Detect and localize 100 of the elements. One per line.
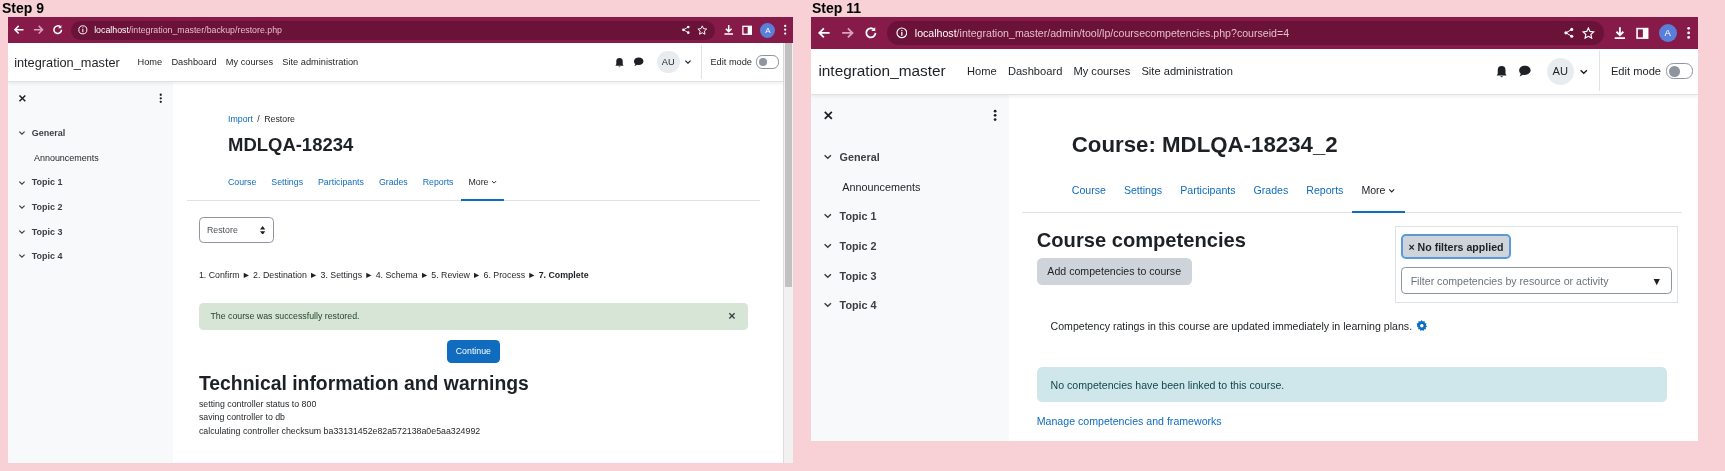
edit-mode-toggle[interactable] xyxy=(1666,63,1693,80)
nav-link[interactable]: My courses xyxy=(1067,65,1136,78)
sidebar-section[interactable]: Topic 3 xyxy=(17,219,163,245)
nav-link[interactable]: Home xyxy=(961,65,1003,78)
gear-icon[interactable] xyxy=(1415,320,1428,332)
side-panel-icon[interactable] xyxy=(1636,26,1650,40)
url-text: localhost/integration_master/backup/restore.php xyxy=(94,25,283,36)
download-icon[interactable] xyxy=(722,24,735,36)
share-icon[interactable] xyxy=(681,25,691,36)
nav-link[interactable]: Dashboard xyxy=(166,57,222,68)
sidebar-section[interactable]: Topic 3 xyxy=(822,260,998,291)
bell-icon[interactable] xyxy=(613,56,625,68)
share-icon[interactable] xyxy=(1563,27,1575,39)
chevron-down-icon[interactable] xyxy=(17,129,26,138)
log-line: calculating controller checksum ba33131452e82a572138a0e5aa324992 xyxy=(198,424,482,438)
nav-link[interactable]: Site administration xyxy=(1135,65,1239,78)
chevron-down-icon[interactable] xyxy=(17,227,26,236)
chevron-down-icon[interactable] xyxy=(822,152,833,162)
continue-button[interactable]: Continue xyxy=(446,339,500,363)
nav-link[interactable]: My courses xyxy=(221,57,278,68)
back-arrow-icon[interactable] xyxy=(13,24,25,36)
breadcrumb-current: Restore xyxy=(264,112,295,126)
breadcrumb-link[interactable]: Import xyxy=(228,112,253,126)
nav-tab[interactable]: Course xyxy=(220,164,264,202)
sidebar-section[interactable]: Topic 4 xyxy=(822,290,998,321)
edit-mode-toggle[interactable] xyxy=(756,55,779,69)
nav-link[interactable]: Site administration xyxy=(277,57,363,68)
chevron-down-icon[interactable] xyxy=(683,58,692,67)
info-icon[interactable] xyxy=(895,27,908,39)
sidebar-section[interactable]: Topic 2 xyxy=(822,231,998,261)
chevron-down-icon[interactable] xyxy=(17,178,26,187)
add-competencies-button[interactable]: Add competencies to course xyxy=(1036,257,1192,285)
breadcrumb-separator: / xyxy=(257,112,260,126)
nav-tab[interactable]: Settings xyxy=(1114,169,1172,214)
nav-tab[interactable]: More xyxy=(1352,169,1405,214)
up-down-arrows-icon xyxy=(260,225,266,235)
reload-icon[interactable] xyxy=(51,24,64,36)
address-bar[interactable]: localhost/integration_master/backup/restore.php xyxy=(71,20,715,40)
nav-tab[interactable]: Reports xyxy=(1297,169,1353,214)
site-name[interactable]: integration_master xyxy=(818,62,946,81)
sidebar-item[interactable]: Announcements xyxy=(842,180,921,193)
forward-arrow-icon[interactable] xyxy=(840,26,855,40)
nav-link[interactable]: Dashboard xyxy=(1002,65,1068,78)
sidebar-section[interactable]: Topic 4 xyxy=(17,244,163,269)
kebab-menu-icon[interactable] xyxy=(993,108,998,122)
close-icon[interactable] xyxy=(822,109,834,121)
sidebar-section[interactable]: General xyxy=(822,142,998,172)
sidebar-section[interactable]: Topic 2 xyxy=(17,194,163,220)
chevron-down-icon[interactable] xyxy=(822,241,833,251)
nav-tab[interactable]: Settings xyxy=(263,164,311,202)
star-icon[interactable] xyxy=(697,24,708,36)
nav-tab[interactable]: Participants xyxy=(310,164,372,202)
star-icon[interactable] xyxy=(1582,26,1596,40)
scrollbar-thumb[interactable] xyxy=(785,43,792,287)
nav-tab[interactable]: Grades xyxy=(1244,169,1298,214)
progress-steps: 1. Confirm ► 2. Destination ► 3. Settings ► 4. Schema ► 5. Review ► 6. Process ► 7. Complete xyxy=(198,269,748,282)
restore-select[interactable]: Restore xyxy=(198,217,274,243)
download-icon[interactable] xyxy=(1613,26,1627,40)
chevron-down-icon[interactable] xyxy=(822,211,833,221)
nav-tab[interactable]: Reports xyxy=(415,164,461,202)
nav-link[interactable]: Home xyxy=(132,57,167,68)
log-line: saving controller to db xyxy=(198,411,286,425)
kebab-menu-icon[interactable] xyxy=(783,24,788,36)
profile-avatar[interactable]: A xyxy=(1658,23,1677,42)
site-name[interactable]: integration_master xyxy=(14,54,120,70)
user-avatar[interactable]: AU xyxy=(1546,57,1574,85)
step-caption: Step 11 xyxy=(811,0,863,17)
forward-arrow-icon[interactable] xyxy=(32,24,45,36)
nav-tab[interactable]: Course xyxy=(1062,169,1115,214)
nav-tab[interactable]: Participants xyxy=(1171,169,1245,214)
address-bar[interactable]: localhost/integration_master/admin/tool/lp/coursecompetencies.php?courseid=4 xyxy=(887,21,1604,45)
alert-message: No competencies have been linked to this course. xyxy=(1050,378,1285,391)
chevron-down-icon[interactable] xyxy=(822,300,833,310)
sidebar-item[interactable]: Announcements xyxy=(33,152,99,163)
section-heading: Course competencies xyxy=(1036,227,1246,253)
side-panel-icon[interactable] xyxy=(741,24,753,36)
sidebar-section[interactable]: Topic 1 xyxy=(17,170,163,195)
sidebar-section[interactable]: Topic 1 xyxy=(822,201,998,231)
log-line: setting controller status to 800 xyxy=(198,397,318,411)
chat-icon[interactable] xyxy=(633,56,645,68)
dropdown-arrow[interactable]: ▼ xyxy=(1651,275,1663,286)
close-icon[interactable] xyxy=(17,94,27,103)
reload-icon[interactable] xyxy=(863,26,878,40)
nav-tab[interactable]: More xyxy=(461,164,505,202)
scrollbar[interactable] xyxy=(783,43,793,463)
kebab-menu-icon[interactable] xyxy=(1686,26,1692,40)
bell-icon[interactable] xyxy=(1494,64,1508,78)
sidebar-section[interactable]: General xyxy=(17,120,163,146)
chevron-down-icon[interactable] xyxy=(17,203,26,212)
chevron-down-icon[interactable] xyxy=(17,252,26,261)
info-icon[interactable] xyxy=(78,25,88,36)
filter-chip[interactable]: × No filters applied xyxy=(1401,234,1511,259)
kebab-menu-icon[interactable] xyxy=(159,93,163,104)
back-arrow-icon[interactable] xyxy=(817,26,832,40)
user-avatar[interactable]: AU xyxy=(656,50,680,74)
nav-tab[interactable]: Grades xyxy=(371,164,416,202)
manage-link[interactable]: Manage competencies and frameworks xyxy=(1036,413,1222,429)
close-icon[interactable] xyxy=(728,312,737,321)
page-heading: Course: MDLQA-18234_2 xyxy=(1071,131,1339,159)
chat-icon[interactable] xyxy=(1518,64,1533,79)
